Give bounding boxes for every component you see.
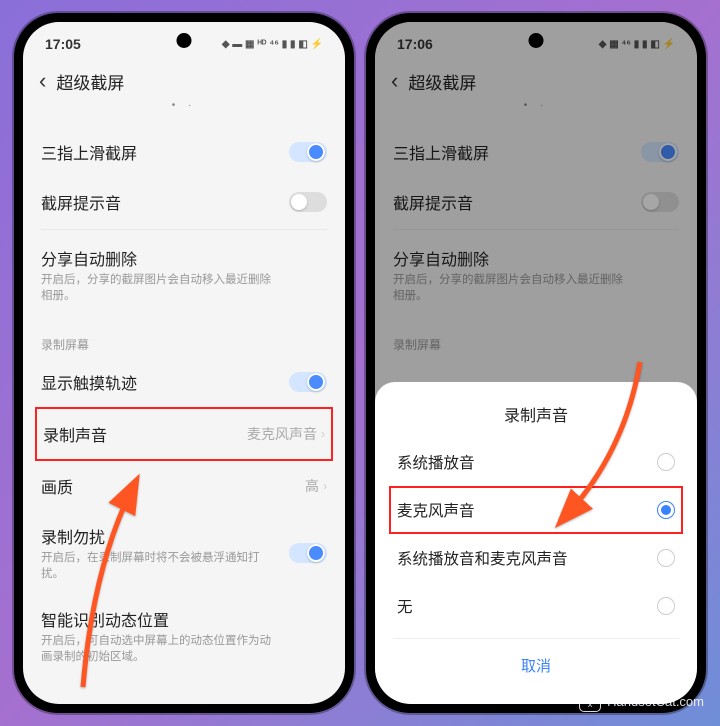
row-desc: 开启后，分享的截屏图片会自动移入最近删除相册。 — [41, 272, 271, 304]
row-swipe-screenshot[interactable]: 三指上滑截屏 — [393, 127, 679, 177]
status-icons: ◆ ▬ ▦ ᴴᴰ ⁴⁶ ▮ ▮ ◧ ⚡ — [222, 39, 323, 50]
section-header: 录制屏幕 — [41, 318, 327, 357]
sheet-option-mic[interactable]: 麦克风声音 — [389, 486, 683, 534]
option-label: 系统播放音 — [397, 451, 475, 473]
row-screenshot-sound[interactable]: 截屏提示音 — [393, 177, 679, 227]
row-share-delete[interactable]: 分享自动删除 开启后，分享的截屏图片会自动移入最近删除相册。 — [41, 232, 327, 318]
option-label: 麦克风声音 — [397, 499, 475, 521]
screen-left: 17:05 ◆ ▬ ▦ ᴴᴰ ⁴⁶ ▮ ▮ ◧ ⚡ ‹ 超级截屏 • · 三指上… — [23, 22, 345, 704]
option-label: 无 — [397, 595, 413, 617]
back-icon[interactable]: ‹ — [391, 68, 408, 94]
row-label: 智能识别动态位置 — [41, 607, 327, 631]
row-desc: 开启后，在录制屏幕时将不会被悬浮通知打扰。 — [41, 550, 271, 582]
row-label: 录制勿扰 — [41, 524, 271, 548]
page-indicator: • · — [375, 100, 697, 127]
status-time: 17:06 — [397, 36, 433, 52]
sheet-option-none[interactable]: 无 — [393, 582, 679, 630]
camera-cutout — [529, 33, 544, 48]
radio-icon[interactable] — [657, 501, 675, 519]
screen-right: 17:06 ◆ ▦ ⁴⁶ ▮ ▮ ◧ ⚡ ‹ 超级截屏 • · 三指上滑截屏 截… — [375, 22, 697, 704]
row-label: 显示触摸轨迹 — [41, 370, 137, 394]
watermark-icon: ^ₓ^ — [579, 690, 601, 712]
row-label: 三指上滑截屏 — [41, 140, 137, 164]
row-label: 录制声音 — [43, 422, 107, 446]
camera-cutout — [177, 33, 192, 48]
toggle-switch[interactable] — [289, 142, 327, 162]
row-label: 画质 — [41, 474, 73, 498]
page-header: ‹ 超级截屏 — [23, 58, 345, 100]
row-swipe-screenshot[interactable]: 三指上滑截屏 — [41, 127, 327, 177]
page-title: 超级截屏 — [56, 69, 124, 94]
row-label: 分享自动删除 — [41, 246, 327, 270]
row-label: 截屏提示音 — [393, 190, 473, 214]
row-value: 麦克风声音 › — [247, 424, 325, 444]
settings-list: 三指上滑截屏 截屏提示音 分享自动删除 开启后，分享的截屏图片会自动移入最近删除… — [23, 127, 345, 666]
radio-icon[interactable] — [657, 549, 675, 567]
phone-left: 17:05 ◆ ▬ ▦ ᴴᴰ ⁴⁶ ▮ ▮ ◧ ⚡ ‹ 超级截屏 • · 三指上… — [14, 13, 354, 713]
row-label: 三指上滑截屏 — [393, 140, 489, 164]
row-value: 高 › — [305, 476, 327, 496]
toggle-switch[interactable] — [289, 192, 327, 212]
chevron-right-icon: › — [321, 427, 325, 441]
page-header: ‹ 超级截屏 — [375, 58, 697, 100]
toggle-switch[interactable] — [641, 142, 679, 162]
radio-icon[interactable] — [657, 453, 675, 471]
option-label: 系统播放音和麦克风声音 — [397, 547, 568, 569]
row-desc: 开启后，分享的截屏图片会自动移入最近删除相册。 — [393, 272, 623, 304]
toggle-switch[interactable] — [641, 192, 679, 212]
row-record-sound[interactable]: 录制声音 麦克风声音 › — [35, 407, 333, 461]
toggle-switch[interactable] — [289, 543, 327, 563]
sheet-option-system[interactable]: 系统播放音 — [393, 438, 679, 486]
status-icons: ◆ ▦ ⁴⁶ ▮ ▮ ◧ ⚡ — [599, 39, 675, 50]
radio-icon[interactable] — [657, 597, 675, 615]
row-desc: 开启后，可自动选中屏幕上的动态位置作为动画录制的初始区域。 — [41, 633, 271, 665]
toggle-switch[interactable] — [289, 372, 327, 392]
section-header: 录制屏幕 — [393, 318, 679, 357]
sheet-cancel-button[interactable]: 取消 — [393, 638, 679, 676]
page-title: 超级截屏 — [408, 69, 476, 94]
sheet-title: 录制声音 — [393, 402, 679, 426]
row-label: 分享自动删除 — [393, 246, 679, 270]
divider — [393, 229, 679, 230]
row-touch-trace[interactable]: 显示触摸轨迹 — [41, 357, 327, 407]
chevron-right-icon: › — [323, 479, 327, 493]
status-time: 17:05 — [45, 36, 81, 52]
sheet-option-both[interactable]: 系统播放音和麦克风声音 — [393, 534, 679, 582]
back-icon[interactable]: ‹ — [39, 68, 56, 94]
watermark-text: HandsetCat.com — [607, 694, 704, 709]
row-screenshot-sound[interactable]: 截屏提示音 — [41, 177, 327, 227]
settings-list: 三指上滑截屏 截屏提示音 分享自动删除 开启后，分享的截屏图片会自动移入最近删除… — [375, 127, 697, 357]
action-sheet: 录制声音 系统播放音 麦克风声音 系统播放音和麦克风声音 无 取消 — [375, 382, 697, 704]
watermark: ^ₓ^ HandsetCat.com — [579, 690, 704, 712]
row-share-delete[interactable]: 分享自动删除 开启后，分享的截屏图片会自动移入最近删除相册。 — [393, 232, 679, 318]
divider — [41, 229, 327, 230]
row-quality[interactable]: 画质 高 › — [41, 461, 327, 511]
row-label: 截屏提示音 — [41, 190, 121, 214]
row-smart-detect[interactable]: 智能识别动态位置 开启后，可自动选中屏幕上的动态位置作为动画录制的初始区域。 — [41, 595, 327, 665]
row-dnd[interactable]: 录制勿扰 开启后，在录制屏幕时将不会被悬浮通知打扰。 — [41, 511, 327, 595]
page-indicator: • · — [23, 100, 345, 127]
phone-right: 17:06 ◆ ▦ ⁴⁶ ▮ ▮ ◧ ⚡ ‹ 超级截屏 • · 三指上滑截屏 截… — [366, 13, 706, 713]
